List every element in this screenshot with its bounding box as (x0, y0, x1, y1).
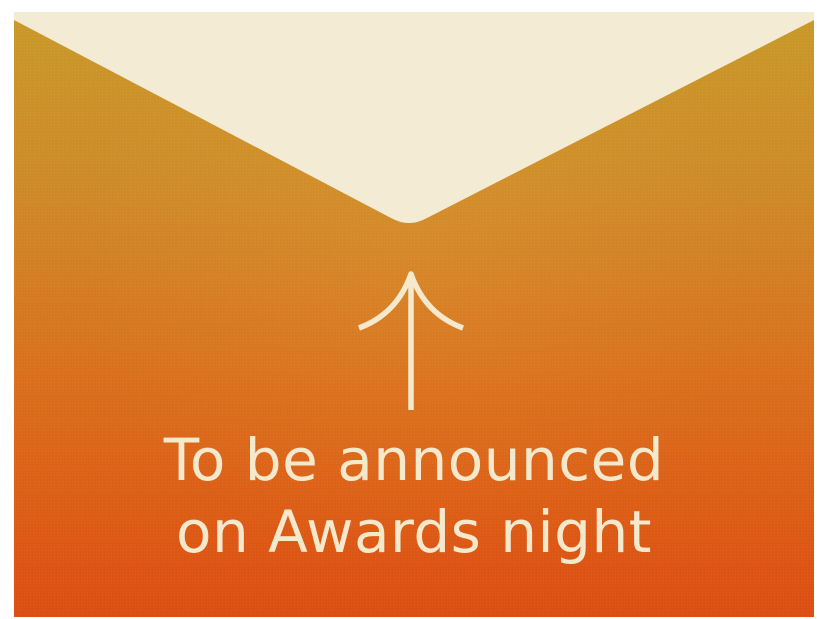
announcement-text: To be announced on Awards night (14, 424, 814, 568)
announcement-line-2: on Awards night (176, 498, 652, 566)
announcement-line-1: To be announced (163, 426, 665, 494)
envelope-card: To be announced on Awards night (14, 12, 814, 617)
card-stage: To be announced on Awards night (0, 0, 817, 619)
envelope-flap (14, 12, 814, 223)
arrow-up-icon (358, 271, 464, 410)
